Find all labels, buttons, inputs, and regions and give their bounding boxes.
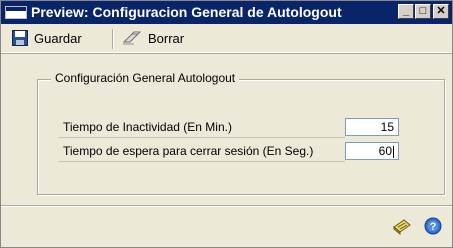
delete-button[interactable]: Borrar [122, 28, 184, 48]
save-button[interactable]: Guardar [12, 28, 82, 48]
notes-icon[interactable] [392, 217, 412, 238]
close-button[interactable]: ✕ [433, 4, 449, 19]
title-bar[interactable]: Preview: Configuracion General de Autolo… [1, 1, 452, 24]
logout-wait-label: Tiempo de espera para cerrar sesión (En … [63, 144, 314, 158]
row-divider [59, 137, 345, 138]
delete-label: Borrar [148, 30, 185, 46]
text-caret [393, 145, 394, 158]
inactivity-label: Tiempo de Inactividad (En Min.) [63, 120, 232, 134]
eraser-icon [122, 31, 142, 45]
window-icon [5, 6, 27, 19]
inactivity-minutes-value: 15 [380, 120, 394, 134]
row-divider [59, 161, 345, 162]
inactivity-minutes-input[interactable]: 15 [345, 118, 399, 136]
svg-text:?: ? [430, 221, 437, 233]
save-label: Guardar [34, 30, 82, 46]
help-icon[interactable]: ? [424, 217, 442, 238]
maximize-button[interactable]: □ [415, 4, 431, 19]
floppy-disk-icon [12, 30, 28, 46]
close-glyph: ✕ [436, 5, 446, 17]
app-window: Preview: Configuracion General de Autolo… [0, 0, 453, 248]
logout-wait-seconds-input[interactable]: 60 [345, 142, 399, 160]
group-legend: Configuración General Autologout [51, 71, 240, 85]
window-title: Preview: Configuracion General de Autolo… [31, 4, 342, 20]
toolbar-separator [112, 29, 114, 49]
toolbar: Guardar Borrar [1, 25, 452, 53]
minimize-button[interactable]: _ [398, 4, 414, 19]
maximize-glyph: □ [419, 5, 427, 17]
logout-wait-seconds-value: 60 [378, 144, 392, 158]
minimize-glyph: _ [402, 5, 410, 17]
status-separator [1, 205, 452, 207]
